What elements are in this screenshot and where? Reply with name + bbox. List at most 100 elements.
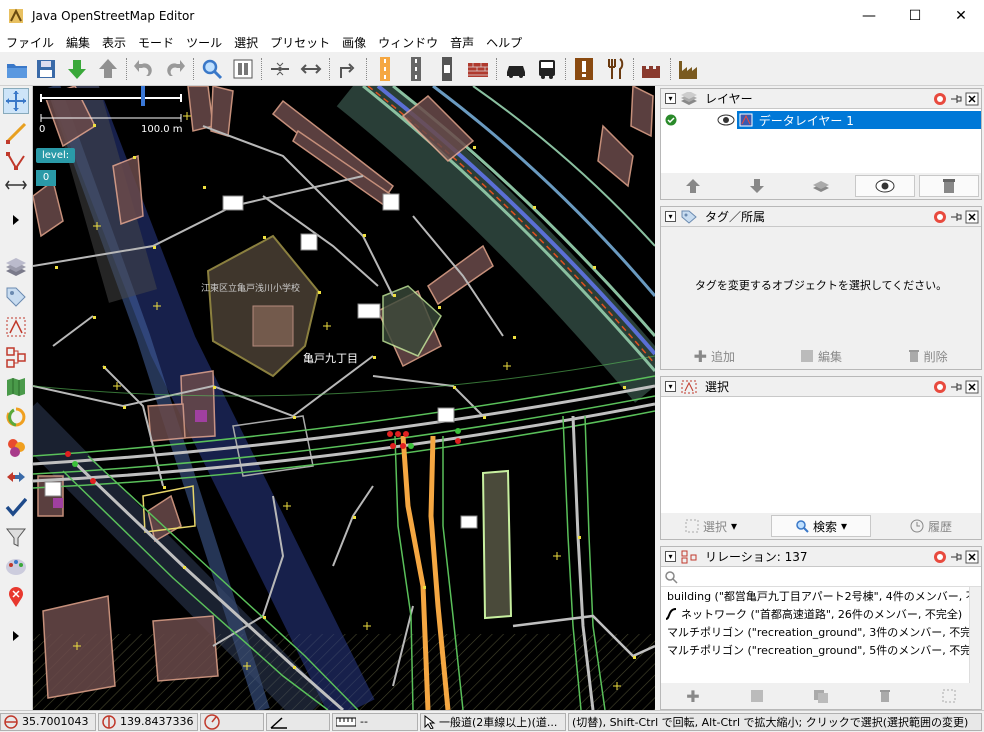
heading-field: [200, 712, 264, 731]
delete-relation-icon[interactable]: [856, 685, 914, 707]
changeset-icon[interactable]: [3, 464, 29, 490]
relation-filter-input[interactable]: [661, 567, 981, 587]
validation-check-icon[interactable]: [3, 494, 29, 520]
pin-icon[interactable]: [949, 210, 963, 224]
collapse-icon[interactable]: ▾: [665, 93, 676, 104]
selection-dialog-icon[interactable]: [3, 314, 29, 340]
preset-road-gray-icon[interactable]: [403, 56, 429, 82]
pin-icon[interactable]: [949, 550, 963, 564]
conflict-dialog-icon[interactable]: [3, 404, 29, 430]
edit-tag-button[interactable]: 編集: [772, 345, 870, 367]
minimize-button[interactable]: —: [846, 0, 892, 32]
tags-empty-message: タグを変更するオブジェクトを選択してください。: [694, 279, 948, 292]
preset-road-orange-icon[interactable]: [372, 56, 398, 82]
menu-imagery[interactable]: 画像: [336, 34, 372, 51]
draw-mode-icon[interactable]: [3, 120, 29, 146]
relation-list-item[interactable]: ネットワーク ("首都高速道路", 26件のメンバー, 不完全): [661, 605, 981, 623]
collapse-icon[interactable]: ▾: [665, 551, 676, 562]
help-icon[interactable]: [933, 380, 947, 394]
preset-wall-icon[interactable]: [465, 56, 491, 82]
close-panel-icon[interactable]: [965, 380, 979, 394]
help-icon[interactable]: [933, 92, 947, 106]
menu-view[interactable]: 表示: [96, 34, 132, 51]
relation-list-item[interactable]: マルチポリゴン ("recreation_ground", 3件のメンバー, 不…: [661, 623, 981, 641]
map-canvas[interactable]: [33, 86, 655, 710]
undo-icon[interactable]: [131, 56, 157, 82]
menu-tools[interactable]: ツール: [180, 34, 228, 51]
delete-layer-icon[interactable]: [919, 175, 979, 197]
tags-dialog-icon[interactable]: [3, 284, 29, 310]
menu-mode[interactable]: モード: [132, 34, 180, 51]
relations-scrollbar[interactable]: [969, 587, 981, 683]
maximize-button[interactable]: ☐: [892, 0, 938, 32]
filter-icon[interactable]: [3, 524, 29, 550]
menu-edit[interactable]: 編集: [60, 34, 96, 51]
help-icon[interactable]: [933, 210, 947, 224]
level-value-button[interactable]: 0: [36, 170, 56, 186]
delete-tag-button[interactable]: 削除: [879, 345, 977, 367]
preset-car-icon[interactable]: [503, 56, 529, 82]
notes-icon[interactable]: [3, 584, 29, 610]
new-relation-icon[interactable]: ✚: [664, 685, 722, 707]
download-icon[interactable]: [64, 56, 90, 82]
help-icon[interactable]: [933, 550, 947, 564]
visibility-eye-icon[interactable]: [717, 114, 735, 126]
move-up-icon[interactable]: [663, 175, 723, 197]
pin-icon[interactable]: [949, 92, 963, 106]
align-icon[interactable]: [335, 56, 361, 82]
menu-presets[interactable]: プリセット: [264, 34, 336, 51]
parallel-mode-icon[interactable]: [3, 176, 29, 194]
select-relation-members-icon[interactable]: [920, 685, 978, 707]
move-down-icon[interactable]: [727, 175, 787, 197]
add-tag-button[interactable]: ✚ 追加: [665, 345, 763, 367]
merge-layer-icon[interactable]: [791, 175, 851, 197]
search-button[interactable]: 検索 ▾: [771, 515, 871, 537]
menu-audio[interactable]: 音声: [444, 34, 480, 51]
map-paint-icon[interactable]: [3, 374, 29, 400]
layer-row[interactable]: データレイヤー 1: [661, 111, 981, 129]
zoom-icon[interactable]: [199, 56, 225, 82]
preset-hazard-icon[interactable]: [571, 56, 597, 82]
menu-windows[interactable]: ウィンドウ: [372, 34, 444, 51]
close-button[interactable]: ✕: [938, 0, 984, 32]
preset-path-icon[interactable]: [434, 56, 460, 82]
map-view[interactable]: 0 100.0 m level: 0 江東区立亀戸浅川小学校 亀戸九丁目: [33, 86, 655, 710]
history-button[interactable]: 履歴: [891, 515, 971, 537]
select-mode-icon[interactable]: [3, 88, 29, 114]
school-poi-icon: [222, 195, 244, 211]
menu-help[interactable]: ヘルプ: [480, 34, 528, 51]
collapse-icon[interactable]: ▾: [665, 211, 676, 222]
select-button[interactable]: 選択 ▾: [671, 515, 751, 537]
map-style-palette-icon[interactable]: [3, 554, 29, 580]
preset-restaurant-icon[interactable]: [602, 56, 628, 82]
more-dialogs-icon[interactable]: [3, 626, 29, 646]
show-hide-icon[interactable]: [855, 175, 915, 197]
menu-selection[interactable]: 選択: [228, 34, 264, 51]
upload-icon[interactable]: [95, 56, 121, 82]
selection-list[interactable]: [661, 397, 981, 513]
pin-icon[interactable]: [949, 380, 963, 394]
collapse-icon[interactable]: ▾: [665, 381, 676, 392]
preset-bus-icon[interactable]: [534, 56, 560, 82]
relation-list-item[interactable]: マルチポリゴン ("recreation_ground", 5件のメンバー, 不…: [661, 641, 981, 659]
combine-way-icon[interactable]: [298, 56, 324, 82]
preset-industrial-icon[interactable]: [676, 56, 702, 82]
save-icon[interactable]: [33, 56, 59, 82]
open-file-icon[interactable]: [4, 56, 30, 82]
duplicate-relation-icon[interactable]: [792, 685, 850, 707]
close-panel-icon[interactable]: [965, 92, 979, 106]
relation-list-item[interactable]: building ("都営亀戸九丁目アパート2号棟", 4件のメンバー, 不完全…: [661, 587, 981, 605]
edit-relation-icon[interactable]: [728, 685, 786, 707]
close-panel-icon[interactable]: [965, 550, 979, 564]
redo-icon[interactable]: [162, 56, 188, 82]
layers-dialog-icon[interactable]: [3, 254, 29, 280]
improve-way-icon[interactable]: [3, 148, 29, 174]
close-panel-icon[interactable]: [965, 210, 979, 224]
split-way-icon[interactable]: [267, 56, 293, 82]
user-list-icon[interactable]: [3, 434, 29, 460]
preferences-icon[interactable]: [230, 56, 256, 82]
menu-file[interactable]: ファイル: [0, 34, 60, 51]
more-modes-icon[interactable]: [3, 210, 29, 230]
relations-dialog-icon[interactable]: [3, 344, 29, 370]
preset-castle-icon[interactable]: [639, 56, 665, 82]
